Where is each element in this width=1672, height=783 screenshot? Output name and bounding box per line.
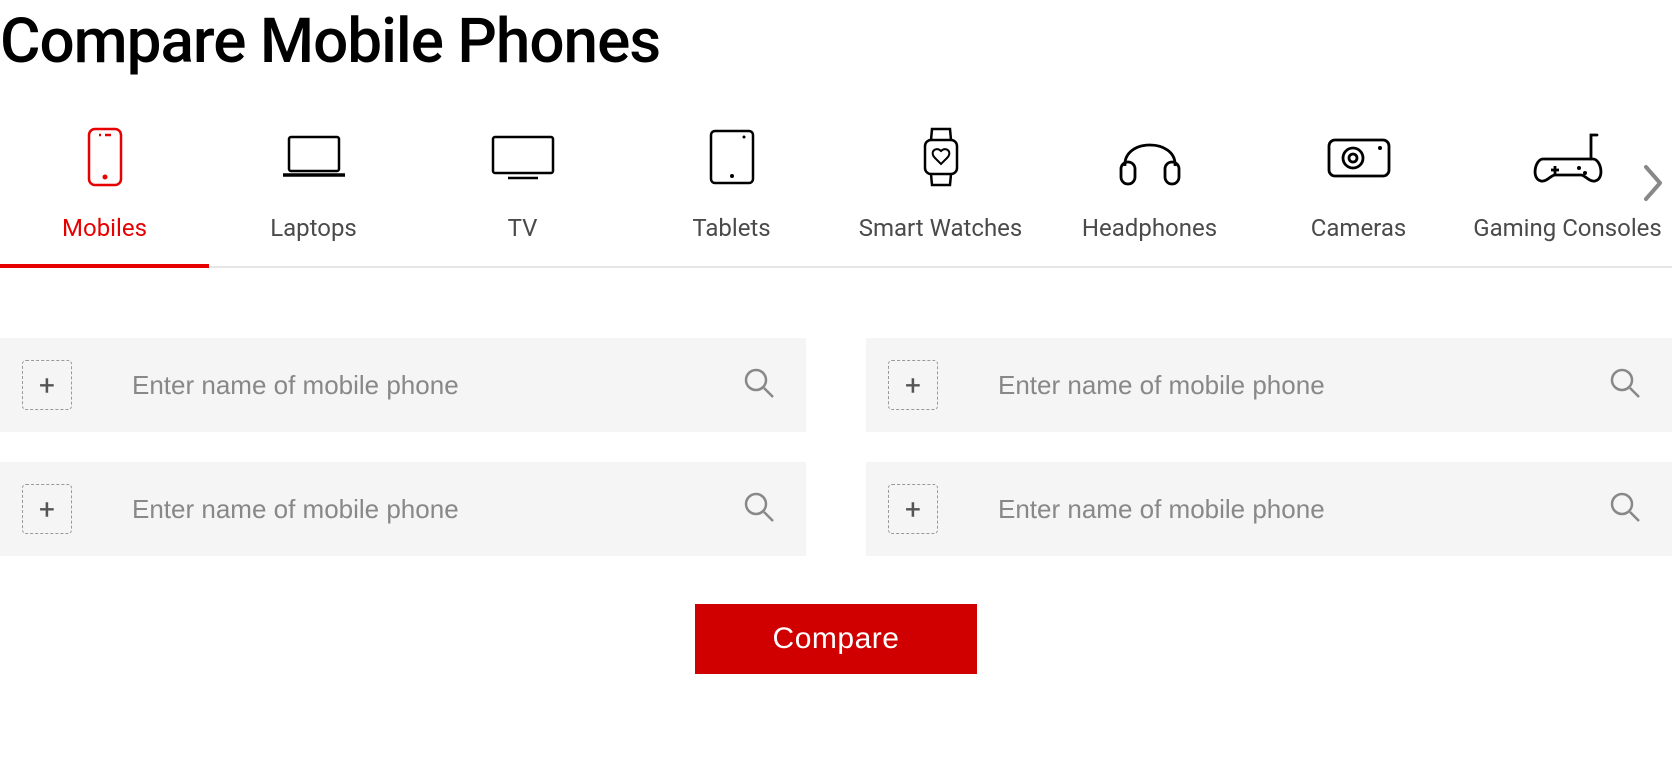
- tab-headphones[interactable]: Headphones: [1045, 106, 1254, 266]
- product-search-input[interactable]: [964, 370, 1582, 401]
- camera-icon: [1326, 122, 1392, 192]
- laptop-icon: [281, 122, 347, 192]
- gamepad-icon: [1531, 122, 1605, 192]
- add-item-button[interactable]: +: [22, 360, 72, 410]
- compare-row: Compare: [0, 604, 1672, 674]
- category-tabs: Mobiles Laptops TV: [0, 106, 1672, 268]
- add-item-button[interactable]: +: [888, 360, 938, 410]
- tab-smart-watches[interactable]: Smart Watches: [836, 106, 1045, 266]
- headphones-icon: [1115, 122, 1185, 192]
- compare-slot-2: +: [866, 338, 1672, 432]
- add-item-button[interactable]: +: [888, 484, 938, 534]
- tab-label: TV: [508, 214, 538, 242]
- product-search-input[interactable]: [964, 494, 1582, 525]
- mobile-icon: [85, 122, 125, 192]
- compare-slot-4: +: [866, 462, 1672, 556]
- tv-icon: [490, 122, 556, 192]
- add-item-button[interactable]: +: [22, 484, 72, 534]
- tab-label: Smart Watches: [859, 214, 1023, 242]
- tab-label: Tablets: [692, 214, 770, 242]
- compare-slots: + + + +: [0, 338, 1672, 556]
- chevron-right-icon[interactable]: [1640, 161, 1668, 209]
- compare-button[interactable]: Compare: [695, 604, 978, 674]
- tab-tablets[interactable]: Tablets: [627, 106, 836, 266]
- tab-mobiles[interactable]: Mobiles: [0, 106, 209, 266]
- search-icon: [742, 490, 776, 528]
- tab-label: Mobiles: [62, 214, 147, 242]
- tab-label: Headphones: [1082, 214, 1217, 242]
- tab-label: Laptops: [270, 214, 357, 242]
- compare-slot-3: +: [0, 462, 806, 556]
- tab-label: Gaming Consoles: [1473, 214, 1662, 242]
- page-title: Compare Mobile Phones: [0, 0, 1672, 106]
- search-icon: [1608, 490, 1642, 528]
- tab-tv[interactable]: TV: [418, 106, 627, 266]
- tab-laptops[interactable]: Laptops: [209, 106, 418, 266]
- tablet-icon: [708, 122, 756, 192]
- search-icon: [1608, 366, 1642, 404]
- product-search-input[interactable]: [98, 494, 716, 525]
- tab-cameras[interactable]: Cameras: [1254, 106, 1463, 266]
- tab-label: Cameras: [1311, 214, 1407, 242]
- smartwatch-icon: [919, 122, 963, 192]
- search-icon: [742, 366, 776, 404]
- product-search-input[interactable]: [98, 370, 716, 401]
- compare-slot-1: +: [0, 338, 806, 432]
